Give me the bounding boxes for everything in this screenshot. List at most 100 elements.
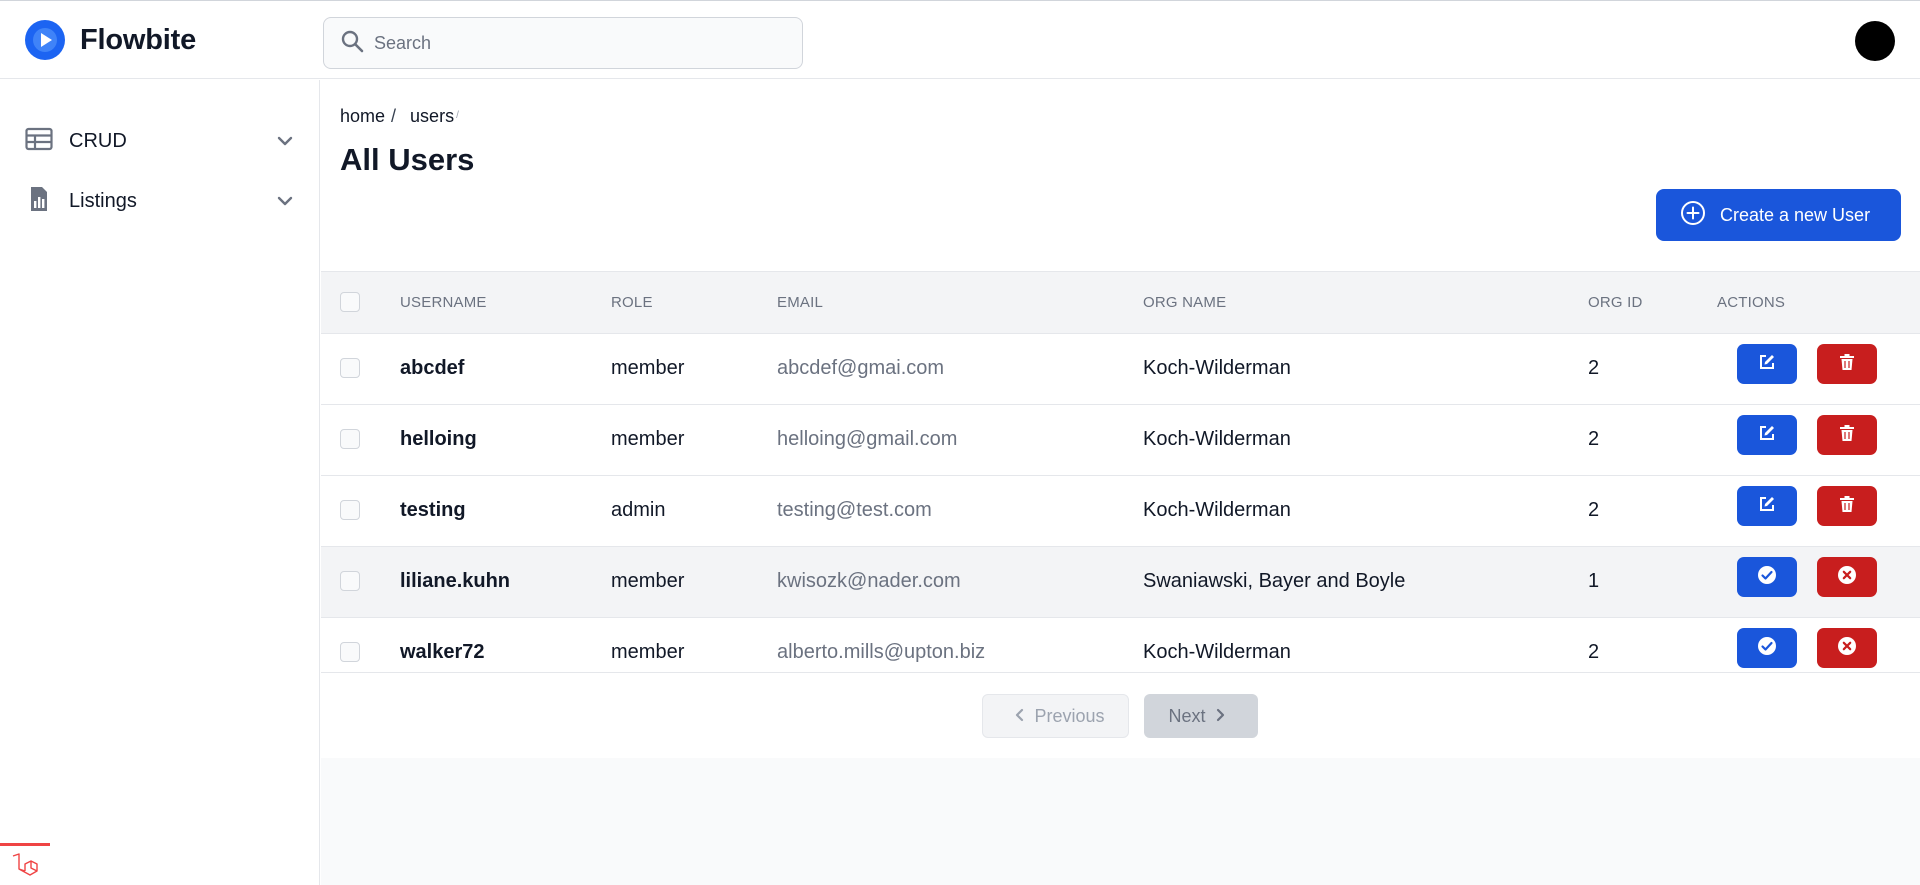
chevron-left-icon [1006,706,1034,727]
brand-link[interactable]: Flowbite [25,20,196,60]
cell-org-id: 2 [1588,641,1600,663]
chevron-down-icon [275,191,295,216]
column-header-actions: ACTIONS [1717,294,1786,311]
x-circle-icon [1837,565,1857,590]
breadcrumb-current: users [410,106,455,126]
cell-email: testing@test.com [777,499,932,521]
create-user-button[interactable]: Create a new User [1656,189,1901,241]
cell-email: alberto.mills@upton.biz [777,641,986,663]
approve-button[interactable] [1737,557,1797,597]
search-icon [340,29,364,58]
page-title: All Users [340,142,475,177]
table-header: USERNAME ROLE EMAIL ORG NAME ORG ID ACTI… [321,271,1920,333]
edit-icon [1758,353,1776,376]
column-header-org-name[interactable]: ORG NAME [1143,294,1226,311]
table-row: testing admin testing@test.com Koch-Wild… [321,475,1920,546]
cell-role: member [611,641,685,663]
chart-document-icon [25,186,53,217]
users-table: USERNAME ROLE EMAIL ORG NAME ORG ID ACTI… [321,271,1920,333]
x-circle-icon [1837,636,1857,661]
table-body: abcdef member abcdef@gmai.com Koch-Wilde… [321,333,1920,673]
cell-org-name: Koch-Wilderman [1143,499,1291,521]
flowbite-logo-icon [25,20,65,60]
row-checkbox[interactable] [340,358,360,378]
cell-org-name: Koch-Wilderman [1143,428,1291,450]
user-avatar[interactable] [1855,21,1895,61]
row-checkbox[interactable] [340,571,360,591]
cell-role: member [611,428,685,450]
users-panel: home / users / All Users Create a new Us… [321,80,1920,758]
cell-username: liliane.kuhn [400,570,511,592]
table-divider [321,672,1920,673]
edit-button[interactable] [1737,415,1797,455]
main-content: home / users / All Users Create a new Us… [321,80,1920,885]
table-row: liliane.kuhn member kwisozk@nader.com Sw… [321,546,1920,617]
delete-button[interactable] [1817,415,1877,455]
sidebar-item-crud[interactable]: CRUD [25,121,295,161]
brand-name: Flowbite [80,23,197,56]
edit-button[interactable] [1737,486,1797,526]
sidebar: CRUD Listings [0,80,320,885]
cell-role: member [611,570,685,592]
cell-username: abcdef [400,357,465,379]
cell-email: abcdef@gmai.com [777,357,945,379]
select-all-checkbox[interactable] [340,292,360,312]
cell-org-id: 2 [1588,428,1600,450]
check-circle-icon [1757,636,1777,661]
table-row: abcdef member abcdef@gmai.com Koch-Wilde… [321,333,1920,404]
cell-org-name: Koch-Wilderman [1143,641,1291,663]
cell-username: helloing [400,428,477,450]
column-header-email[interactable]: EMAIL [777,294,823,311]
breadcrumb-home[interactable]: home [340,106,385,127]
breadcrumb-marker: / [456,110,459,121]
delete-button[interactable] [1817,344,1877,384]
edit-icon [1758,424,1776,447]
column-header-org-id[interactable]: ORG ID [1588,294,1643,311]
previous-page-button[interactable]: Previous [982,694,1129,738]
sidebar-item-label: CRUD [69,129,127,152]
table-icon [25,127,53,156]
chevron-right-icon [1206,706,1234,727]
cell-org-name: Koch-Wilderman [1143,357,1291,379]
edit-icon [1758,495,1776,518]
cell-role: member [611,357,685,379]
table-row: helloing member helloing@gmail.com Koch-… [321,404,1920,475]
next-label: Next [1168,705,1206,726]
reject-button[interactable] [1817,628,1877,668]
table-row: walker72 member alberto.mills@upton.biz … [321,617,1920,673]
cell-org-id: 2 [1588,357,1600,379]
search-input[interactable] [374,32,774,54]
plus-circle-icon [1680,200,1706,231]
chevron-down-icon [275,131,295,156]
previous-label: Previous [1034,705,1105,726]
row-checkbox[interactable] [340,642,360,662]
cell-role: admin [611,499,666,521]
sidebar-item-label: Listings [69,189,137,212]
breadcrumb-separator: / [391,106,397,126]
search-box[interactable] [323,17,803,69]
column-header-role[interactable]: ROLE [611,294,653,311]
cell-org-id: 1 [1588,570,1600,592]
laravel-debug-icon[interactable] [0,843,50,885]
column-header-username[interactable]: USERNAME [400,294,487,311]
create-user-label: Create a new User [1720,204,1871,225]
row-checkbox[interactable] [340,429,360,449]
row-checkbox[interactable] [340,500,360,520]
trash-icon [1839,353,1855,376]
trash-icon [1839,495,1855,518]
edit-button[interactable] [1737,344,1797,384]
cell-email: kwisozk@nader.com [777,570,961,592]
cell-org-name: Swaniawski, Bayer and Boyle [1143,570,1406,592]
reject-button[interactable] [1817,557,1877,597]
next-page-button[interactable]: Next [1144,694,1258,738]
cell-username: testing [400,499,466,521]
cell-email: helloing@gmail.com [777,428,958,450]
sidebar-item-listings[interactable]: Listings [25,181,295,221]
breadcrumb: home / users / [340,106,459,127]
cell-org-id: 2 [1588,499,1600,521]
check-circle-icon [1757,565,1777,590]
approve-button[interactable] [1737,628,1797,668]
top-navbar: Flowbite [0,0,1920,79]
delete-button[interactable] [1817,486,1877,526]
cell-username: walker72 [400,641,485,663]
